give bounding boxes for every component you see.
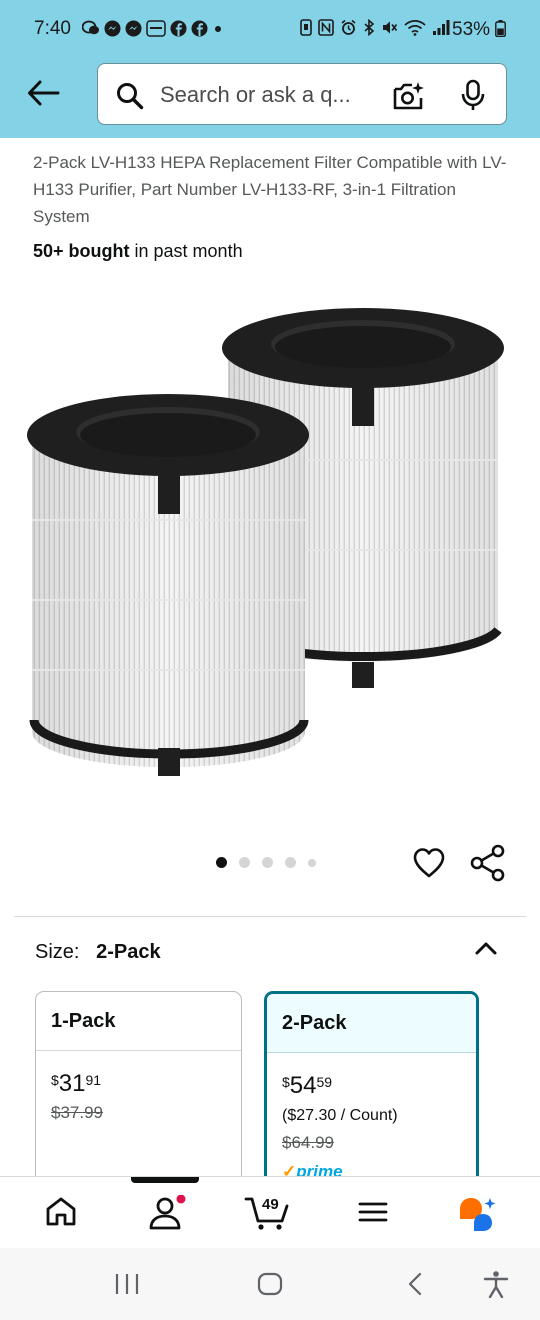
active-tab-indicator (131, 1177, 199, 1183)
alarm-icon (340, 19, 357, 41)
wechat-icon (81, 20, 100, 41)
search-header: Search or ask a q... (0, 62, 540, 138)
n-icon (318, 19, 334, 41)
facebook-icon (170, 20, 187, 41)
status-bar: 7:40 53% (0, 0, 540, 62)
back-arrow-icon (26, 80, 60, 114)
size-option-unit-price: ($27.30 / Count) (282, 1107, 398, 1124)
rufus-ai-icon (456, 1198, 500, 1237)
microphone-icon[interactable] (460, 79, 486, 116)
search-input[interactable]: Search or ask a q... (160, 82, 351, 108)
heart-icon (412, 848, 446, 884)
cart-icon (244, 1197, 290, 1235)
carousel-dot[interactable] (285, 857, 296, 868)
size-option-header: 2-Pack (267, 994, 476, 1053)
search-icon (116, 82, 144, 115)
system-navigation-bar (0, 1248, 540, 1320)
notification-icons (81, 20, 224, 41)
size-option-list-price: $64.99 (282, 1133, 334, 1152)
image-carousel-indicator[interactable] (216, 857, 316, 868)
price-currency: $ (51, 1072, 59, 1088)
purchase-count: 50+ bought in past month (33, 241, 243, 262)
size-option-header: 1-Pack (36, 992, 241, 1051)
product-image[interactable] (20, 290, 520, 810)
accessibility-icon (482, 1271, 510, 1302)
lens-camera-icon[interactable] (392, 80, 426, 117)
section-divider (14, 916, 526, 917)
size-option-price: $5459 (282, 1072, 332, 1100)
size-label: Size: (35, 941, 80, 963)
back-button[interactable] (26, 76, 66, 110)
recent-apps-icon (114, 1274, 140, 1300)
chevron-left-icon (404, 1272, 426, 1300)
home-button[interactable] (257, 1272, 283, 1301)
account-icon (148, 1194, 186, 1235)
add-to-list-button[interactable] (412, 846, 446, 885)
mute-icon (381, 19, 398, 41)
share-icon (470, 844, 506, 886)
messenger-icon (125, 20, 142, 41)
filter-front (27, 394, 309, 776)
price-cents: 91 (85, 1072, 102, 1088)
chevron-up-icon (474, 942, 498, 964)
temu-icon (146, 20, 166, 41)
nav-account[interactable] (148, 1194, 186, 1236)
menu-icon (356, 1202, 390, 1233)
battery-percent: 53% (452, 19, 491, 40)
system-icons (300, 18, 450, 41)
size-heading: Size: 2-Pack (35, 941, 161, 964)
price-cents: 59 (316, 1074, 333, 1090)
dot-icon (212, 20, 224, 41)
facebook-icon (191, 20, 208, 41)
share-button[interactable] (470, 844, 506, 887)
carousel-dot[interactable] (239, 857, 250, 868)
cart-count-badge: 49 (262, 1196, 279, 1213)
nfc-icon (300, 19, 312, 41)
battery-status: 53% (452, 19, 507, 41)
messenger-icon (104, 20, 121, 41)
purchase-count-rest: in past month (129, 241, 243, 261)
status-time: 7:40 (34, 18, 71, 39)
collapse-size-button[interactable] (474, 936, 498, 965)
carousel-dot[interactable] (308, 858, 316, 867)
home-icon (44, 1197, 78, 1233)
nav-rufus[interactable] (456, 1195, 500, 1238)
recent-apps-button[interactable] (114, 1272, 140, 1301)
size-selected-value: 2-Pack (96, 941, 161, 963)
purchase-count-bold: 50+ bought (33, 241, 130, 261)
nav-menu[interactable] (356, 1195, 390, 1234)
product-title[interactable]: 2-Pack LV-H133 HEPA Replacement Filter C… (33, 149, 513, 230)
carousel-dot[interactable] (262, 857, 273, 868)
search-bar[interactable]: Search or ask a q... (97, 63, 507, 125)
battery-icon (495, 19, 507, 40)
nav-home[interactable] (44, 1195, 78, 1234)
size-option-list-price: $37.99 (51, 1103, 103, 1122)
bluetooth-icon (363, 18, 375, 41)
size-option-name: 2-Pack (282, 1012, 347, 1034)
size-option-1-pack[interactable]: 1-Pack $3191 $37.99 (35, 991, 242, 1191)
signal-icon (432, 19, 450, 41)
price-currency: $ (282, 1074, 290, 1090)
wifi-icon (404, 19, 426, 41)
size-option-price: $3191 (51, 1070, 101, 1098)
system-back-button[interactable] (404, 1272, 426, 1301)
price-whole: 31 (58, 1070, 86, 1097)
home-circle-icon (257, 1272, 283, 1300)
size-option-2-pack[interactable]: 2-Pack $5459 ($27.30 / Count) $64.99 ✓pr… (264, 991, 479, 1191)
carousel-dot[interactable] (216, 857, 227, 868)
accessibility-button[interactable] (482, 1270, 510, 1303)
price-whole: 54 (289, 1072, 317, 1099)
size-option-name: 1-Pack (51, 1010, 116, 1032)
